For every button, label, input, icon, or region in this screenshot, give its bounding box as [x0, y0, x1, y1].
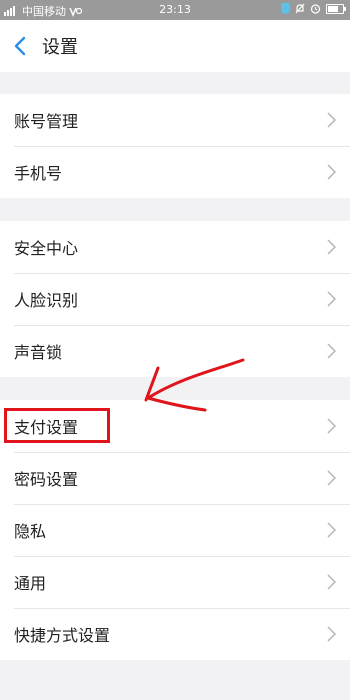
settings-item-label: 密码设置	[14, 470, 79, 489]
shield-icon	[281, 3, 290, 14]
settings-item-voice-lock[interactable]: 声音锁	[0, 325, 350, 377]
chevron-right-icon	[327, 522, 336, 538]
page-title: 设置	[42, 37, 78, 58]
chevron-right-icon	[327, 164, 336, 180]
settings-item-label: 支付设置	[14, 418, 79, 437]
settings-item-account-management[interactable]: 账号管理	[0, 94, 350, 146]
chevron-right-icon	[327, 343, 336, 359]
status-bar: 中国移动 23:13	[0, 0, 350, 20]
settings-item-privacy[interactable]: 隐私	[0, 504, 350, 556]
settings-item-label: 通用	[14, 574, 47, 593]
settings-item-label: 声音锁	[14, 343, 63, 362]
chevron-right-icon	[327, 291, 336, 307]
settings-item-label: 人脸识别	[14, 291, 79, 310]
settings-item-shortcut-settings[interactable]: 快捷方式设置	[0, 608, 350, 660]
settings-item-general[interactable]: 通用	[0, 556, 350, 608]
settings-item-payment-settings[interactable]: 支付设置	[0, 400, 350, 452]
settings-item-label: 快捷方式设置	[14, 626, 111, 645]
settings-item-phone-number[interactable]: 手机号	[0, 146, 350, 198]
bell-off-icon	[295, 3, 305, 14]
settings-item-label: 安全中心	[14, 239, 79, 258]
chevron-right-icon	[327, 626, 336, 642]
settings-item-password-settings[interactable]: 密码设置	[0, 452, 350, 504]
chevron-right-icon	[327, 574, 336, 590]
settings-item-security-center[interactable]: 安全中心	[0, 221, 350, 273]
battery-icon	[326, 3, 346, 14]
app-header: 设置	[0, 20, 350, 72]
alarm-icon	[310, 4, 321, 14]
settings-group-account: 账号管理 手机号	[0, 94, 350, 198]
settings-item-label: 账号管理	[14, 112, 79, 131]
settings-item-face-recognition[interactable]: 人脸识别	[0, 273, 350, 325]
chevron-right-icon	[327, 112, 336, 128]
status-right	[281, 3, 346, 14]
chevron-right-icon	[327, 239, 336, 255]
settings-item-label: 手机号	[14, 164, 63, 183]
settings-group-general: 支付设置 密码设置 隐私 通用 快捷方式设置	[0, 400, 350, 660]
chevron-right-icon	[327, 470, 336, 486]
back-button[interactable]	[8, 20, 38, 72]
settings-item-label: 隐私	[14, 522, 47, 541]
settings-group-security: 安全中心 人脸识别 声音锁	[0, 221, 350, 377]
chevron-left-icon	[14, 36, 26, 56]
chevron-right-icon	[327, 418, 336, 434]
